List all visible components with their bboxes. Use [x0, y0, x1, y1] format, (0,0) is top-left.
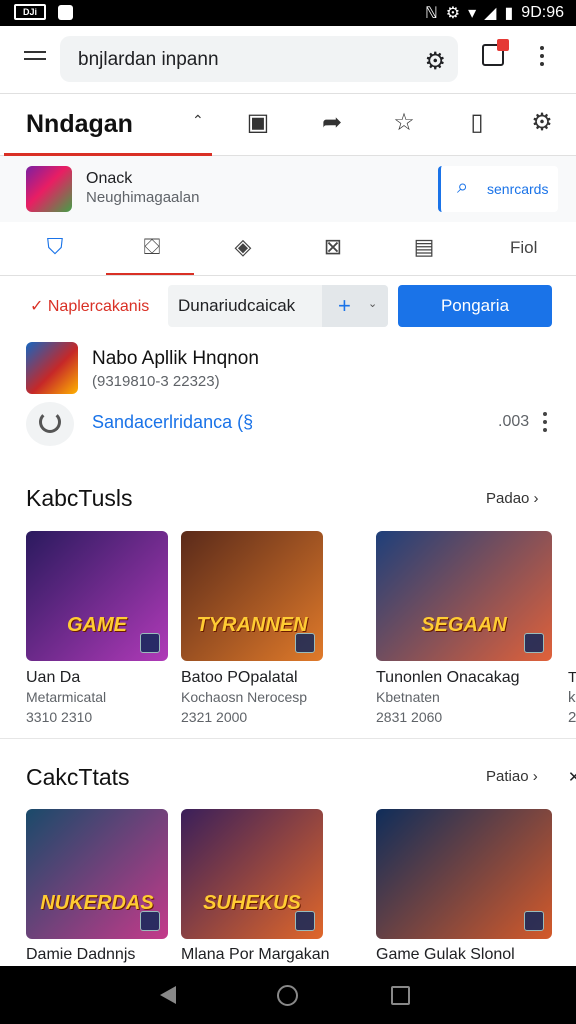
game-tile[interactable]: SEGAAN [376, 531, 552, 661]
section-more-link[interactable]: Padao › [486, 490, 539, 507]
notification-dot [497, 39, 509, 51]
game-card[interactable]: Onack Neughimagaalan ⌕ senrcards [0, 156, 576, 222]
app-count: .003 [498, 413, 530, 430]
chevron-up-icon[interactable]: ⌃ [192, 112, 204, 129]
tile-name: Tunonlen Onacakag [376, 669, 520, 686]
search-chip-button[interactable]: ⌕ senrcards [438, 166, 558, 212]
tile-badge-icon [295, 633, 315, 653]
section-title: KabcTusls [26, 485, 133, 511]
menu-icon[interactable] [24, 51, 46, 67]
tile-name: Batoo POpalatal [181, 669, 298, 686]
refresh-icon[interactable] [26, 402, 74, 446]
home-icon[interactable] [277, 985, 298, 1006]
tile-badge-icon [295, 911, 315, 931]
wifi-icon: ▾ [468, 5, 477, 22]
settings-icon[interactable]: ⚙ [527, 108, 557, 138]
game-tile[interactable]: GAME [26, 531, 168, 661]
tile-date: 2321 2000 [181, 709, 248, 725]
add-button[interactable]: + ⌄ [322, 285, 388, 327]
tile-date: 3310 2310 [26, 709, 93, 725]
peek-name: T [568, 669, 576, 686]
nfc-icon: ℕ [424, 5, 438, 22]
search-icon: ⌕ [457, 176, 469, 198]
app-toolbar: Nndagan ⌃ ▣ ➦ ☆ ▯ ⚙ [0, 94, 576, 156]
tab-indicator [106, 273, 194, 275]
section-more-link[interactable]: Patiao › [486, 768, 538, 785]
tile-subtitle: Kbetnaten [376, 689, 440, 705]
app-info: Nabo Apllik Hnqnon (9319810-3 22323) San… [0, 336, 576, 456]
photo-icon[interactable]: ⊠ [318, 232, 348, 262]
tile-badge-icon [140, 911, 160, 931]
bookmarks-icon[interactable]: ⛋ [137, 232, 167, 262]
filter-select-value: Dunariudcaicak [178, 296, 296, 315]
divider [0, 738, 576, 739]
primary-button[interactable]: Pongaria [398, 285, 552, 327]
app-link[interactable]: Sandacerlridanca (§ [92, 412, 253, 433]
game-tile[interactable]: SUHEKUS [181, 809, 323, 939]
star-icon[interactable]: ☆ [389, 108, 419, 138]
game-title: Onack [86, 170, 133, 187]
peek-close-icon: ✕ [568, 769, 576, 786]
tile-name: Uan Da [26, 669, 81, 686]
search-input[interactable]: bnjlardan inpann ⚙ [60, 36, 458, 82]
filter-label[interactable]: ✓ Naplercakanis [30, 296, 149, 316]
clock: 9D:96 [521, 4, 564, 21]
app-thumbnail [26, 342, 78, 394]
filter-row: ✓ Naplercakanis Dunariudcaicak + ⌄ Pongar… [0, 276, 576, 336]
filter-label-text: Naplercakanis [47, 298, 150, 315]
game-tile[interactable]: TYRANNEN [181, 531, 323, 661]
archive-icon[interactable]: ▣ [243, 108, 273, 138]
filter-select[interactable]: Dunariudcaicak + ⌄ [168, 285, 388, 327]
nav-tabs: ⛉ ⛋ ◈ ⊠ ▤ Fiol [0, 222, 576, 276]
recents-icon[interactable] [391, 986, 410, 1005]
game-tile[interactable]: NUKERDAS [26, 809, 168, 939]
tile-name: Damie Dadnnjs [26, 946, 136, 963]
page-title: Nndagan [26, 110, 133, 138]
peek-subtitle: k [568, 689, 576, 706]
tile-badge-icon [524, 633, 544, 653]
battery-icon: ▮ [504, 5, 514, 22]
notification-square-icon [58, 4, 73, 20]
bookmark-icon[interactable]: ⛉ [40, 232, 70, 262]
game-thumbnail [26, 166, 72, 212]
tile-subtitle: Metarmicatal [26, 689, 107, 705]
more-vert-icon[interactable] [540, 46, 546, 70]
signal-icon: ◢ [484, 5, 497, 22]
more-vert-icon[interactable] [543, 412, 549, 436]
chevron-down-icon: ⌄ [368, 298, 378, 310]
tab-last[interactable]: Fiol [510, 238, 537, 258]
document-icon[interactable]: ▤ [409, 232, 439, 262]
app-name: Nabo Apllik Hnqnon [92, 348, 259, 369]
vibrate-icon: ⚙ [445, 5, 461, 22]
system-nav-bar [0, 966, 576, 1024]
search-query: bnjlardan inpann [78, 49, 219, 70]
info-icon[interactable]: ▯ [462, 108, 492, 138]
tile-badge-icon [140, 633, 160, 653]
status-bar: DJi ℕ ⚙ ▾ ◢ ▮ 9D:96 [0, 0, 576, 26]
tile-name: Game Gulak Slonol [376, 946, 515, 963]
notification-icon[interactable] [482, 39, 509, 66]
location-icon[interactable]: ◈ [228, 232, 258, 262]
game-tile[interactable] [376, 809, 552, 939]
peek-date: 2 [568, 709, 576, 726]
tile-date: 2831 2060 [376, 709, 443, 725]
app-meta: (9319810-3 22323) [92, 373, 220, 390]
section-title: CakcTtats [26, 764, 130, 790]
search-chip-label: senrcards [487, 181, 549, 197]
plus-icon: + [338, 293, 351, 318]
game-subtitle: Neughimagaalan [86, 189, 200, 206]
gear-icon[interactable]: ⚙ [424, 47, 446, 76]
tile-name: Mlana Por Margakan [181, 946, 330, 963]
back-icon[interactable] [160, 986, 176, 1004]
top-search-bar: bnjlardan inpann ⚙ [0, 26, 576, 94]
share-icon[interactable]: ➦ [317, 108, 347, 138]
tile-badge-icon [524, 911, 544, 931]
notification-app-icon: DJi [14, 4, 46, 20]
tile-subtitle: Kochaosn Nerocesp [181, 689, 308, 705]
